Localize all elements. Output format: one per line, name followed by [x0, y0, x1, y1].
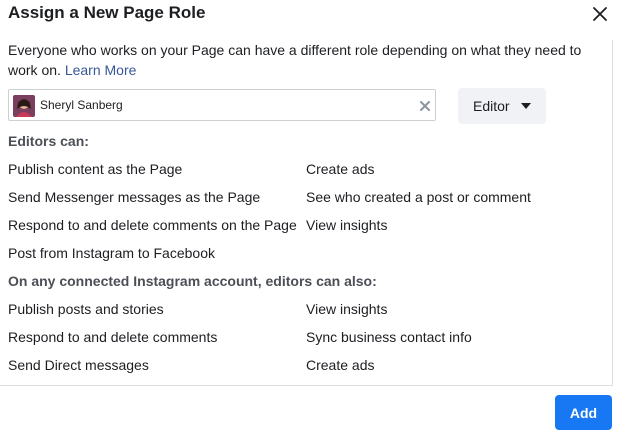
person-field[interactable]: Sheryl Sanberg — [8, 89, 436, 121]
dialog-title: Assign a New Page Role — [8, 3, 206, 22]
footer-divider — [0, 385, 612, 386]
caret-down-icon — [521, 103, 531, 109]
permission-item: See who created a post or comment — [306, 189, 531, 205]
permission-item: Send Direct messages — [8, 357, 149, 373]
avatar — [13, 95, 35, 117]
permission-item: Respond to and delete comments on the Pa… — [8, 217, 297, 233]
permission-item: Publish content as the Page — [8, 161, 183, 177]
dialog-description: Everyone who works on your Page can have… — [8, 40, 603, 80]
permission-item: Post from Instagram to Facebook — [8, 245, 215, 261]
permission-item: Sync business contact info — [306, 329, 472, 345]
permission-item: Publish posts and stories — [8, 301, 164, 317]
learn-more-link[interactable]: Learn More — [65, 62, 137, 78]
person-name: Sheryl Sanberg — [40, 98, 123, 112]
close-icon[interactable] — [590, 4, 610, 24]
permission-item: View insights — [306, 301, 388, 317]
role-selected-value: Editor — [473, 98, 510, 114]
clear-icon[interactable] — [419, 99, 431, 111]
permission-item: View insights — [306, 217, 388, 233]
instagram-section-title: On any connected Instagram account, edit… — [8, 273, 377, 289]
permission-item: Send Messenger messages as the Page — [8, 189, 261, 205]
add-button[interactable]: Add — [555, 395, 612, 430]
editors-section-title: Editors can: — [8, 133, 89, 149]
dialog-header: Assign a New Page Role — [0, 0, 617, 30]
permission-item: Respond to and delete comments — [8, 329, 218, 345]
permission-item: Create ads — [306, 357, 375, 373]
role-dropdown[interactable]: Editor — [458, 88, 546, 124]
scroll-track — [612, 40, 613, 386]
permission-item: Create ads — [306, 161, 375, 177]
